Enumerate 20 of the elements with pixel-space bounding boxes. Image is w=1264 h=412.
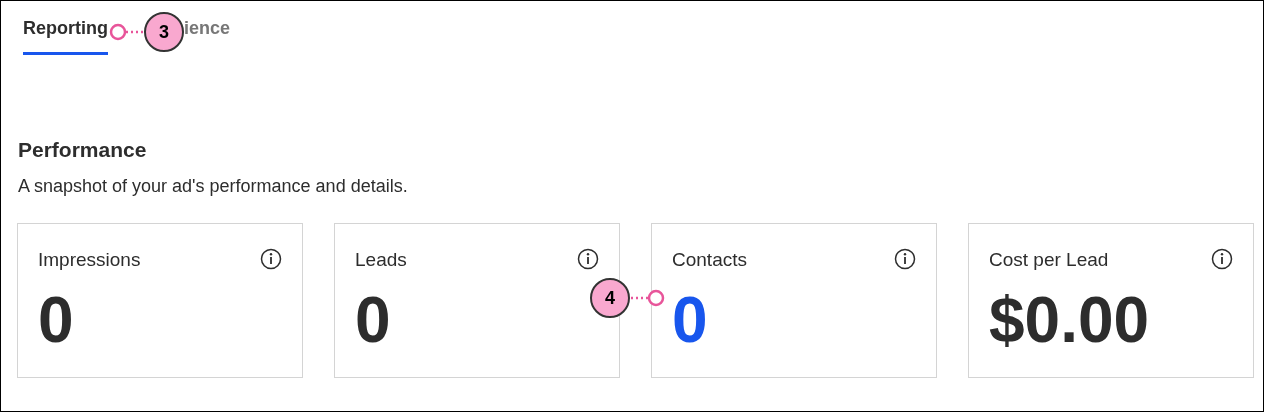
- callout-badge: 4: [590, 278, 630, 318]
- metric-value: 0: [355, 288, 391, 352]
- callout-pointer-icon: [108, 22, 146, 42]
- metric-value: 0: [38, 288, 74, 352]
- metric-title: Impressions: [38, 249, 141, 269]
- metric-title: Contacts: [672, 249, 747, 269]
- info-icon[interactable]: [260, 248, 282, 270]
- info-icon[interactable]: [1211, 248, 1233, 270]
- info-icon[interactable]: [577, 248, 599, 270]
- callout-pointer-icon: [628, 288, 666, 308]
- metric-value: $0.00: [989, 288, 1150, 352]
- metric-title: Leads: [355, 249, 407, 269]
- tab[interactable]: ience: [184, 13, 231, 55]
- metric-title: Cost per Lead: [989, 249, 1109, 269]
- info-icon[interactable]: [894, 248, 916, 270]
- callout-badge: 3: [144, 12, 184, 52]
- tab[interactable]: Reporting: [23, 13, 108, 55]
- section-subtitle: A snapshot of your ad's performance and details.: [18, 177, 409, 195]
- metric-value: 0: [672, 288, 708, 352]
- section-title: Performance: [18, 139, 148, 160]
